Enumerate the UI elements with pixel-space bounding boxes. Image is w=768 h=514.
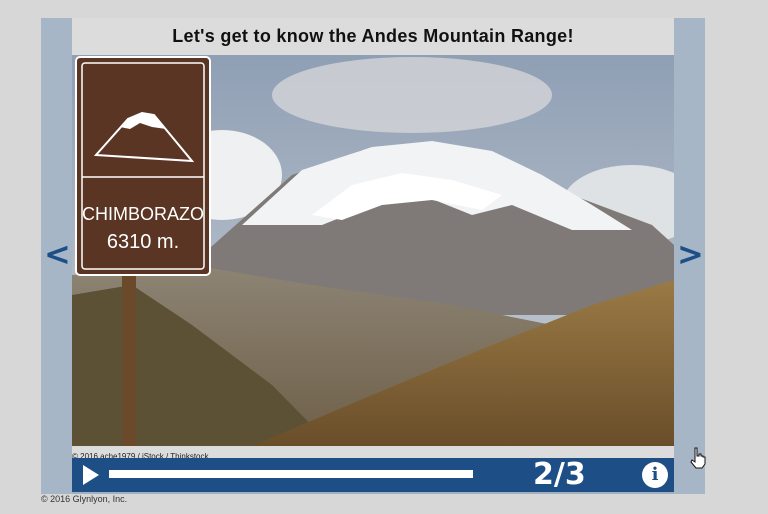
- mountain-photo: CHIMBORAZO 6310 m.: [72, 55, 674, 446]
- slide-photo: CHIMBORAZO 6310 m.: [72, 55, 674, 446]
- player-controls: 2/3 i: [72, 458, 674, 492]
- info-button[interactable]: i: [642, 462, 668, 488]
- sign-line-2: 6310 m.: [107, 231, 179, 253]
- chevron-right-icon[interactable]: >: [677, 238, 704, 270]
- slide-title-bar: Let's get to know the Andes Mountain Ran…: [72, 18, 674, 55]
- sign-line-1: CHIMBORAZO: [82, 204, 204, 224]
- play-icon[interactable]: [83, 465, 99, 485]
- slide-title: Let's get to know the Andes Mountain Ran…: [172, 26, 574, 46]
- chevron-left-icon[interactable]: <: [44, 238, 71, 270]
- progress-fill: [109, 470, 473, 478]
- slide-counter: 2/3: [533, 457, 586, 492]
- copyright-text: © 2016 Glynlyon, Inc.: [41, 494, 128, 504]
- hand-cursor-icon: [690, 447, 706, 469]
- info-icon: i: [651, 464, 659, 485]
- progress-bar[interactable]: [109, 470, 473, 478]
